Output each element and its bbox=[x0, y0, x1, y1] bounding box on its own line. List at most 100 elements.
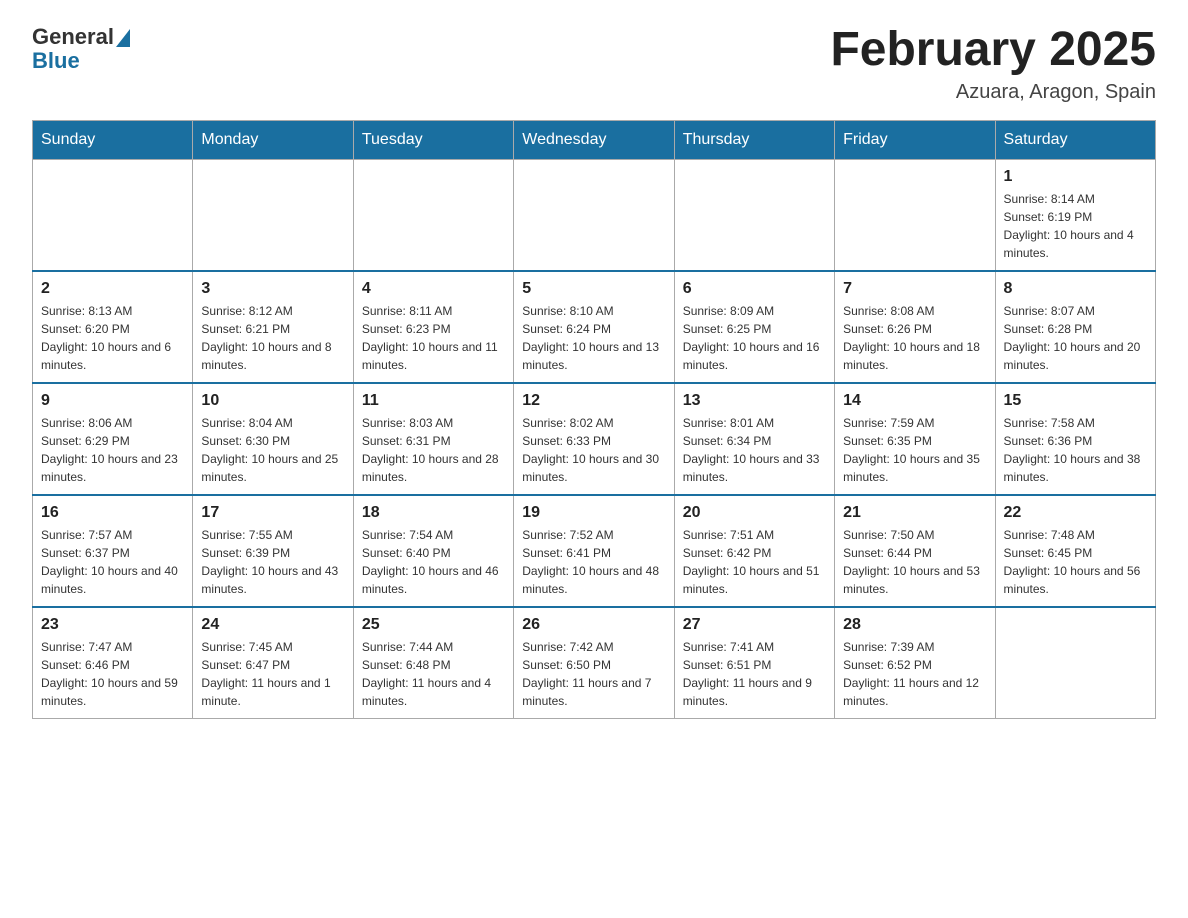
day-number: 13 bbox=[683, 392, 826, 410]
calendar-cell: 8Sunrise: 8:07 AMSunset: 6:28 PMDaylight… bbox=[995, 271, 1155, 383]
day-number: 20 bbox=[683, 504, 826, 522]
calendar-cell: 17 Sunrise: 7:55 AMSunset: 6:39 PMDayligh… bbox=[193, 495, 353, 607]
weekday-header-thursday: Thursday bbox=[674, 120, 834, 159]
calendar-cell: 20 Sunrise: 7:51 AMSunset: 6:42 PMDayligh… bbox=[674, 495, 834, 607]
calendar-cell bbox=[193, 159, 353, 271]
weekday-header-friday: Friday bbox=[835, 120, 995, 159]
day-info: Sunrise: 8:11 AMSunset: 6:23 PMDaylight:… bbox=[362, 302, 505, 374]
day-number: 6 bbox=[683, 280, 826, 298]
week-row-3: 9Sunrise: 8:06 AMSunset: 6:29 PMDaylight… bbox=[33, 383, 1156, 495]
day-info: Sunrise: 8:12 AMSunset: 6:21 PMDaylight:… bbox=[201, 302, 344, 374]
day-number: 27 bbox=[683, 616, 826, 634]
day-number: 11 bbox=[362, 392, 505, 410]
calendar-cell: 2 Sunrise: 8:13 AMSunset: 6:20 PMDaylight… bbox=[33, 271, 193, 383]
day-number: 7 bbox=[843, 280, 986, 298]
day-number: 22 bbox=[1004, 504, 1147, 522]
day-info: Sunrise: 7:55 AMSunset: 6:39 PMDaylight:… bbox=[201, 526, 344, 598]
calendar-cell: 11 Sunrise: 8:03 AMSunset: 6:31 PMDayligh… bbox=[353, 383, 513, 495]
day-number: 18 bbox=[362, 504, 505, 522]
calendar-cell: 16 Sunrise: 7:57 AMSunset: 6:37 PMDayligh… bbox=[33, 495, 193, 607]
week-row-1: 1Sunrise: 8:14 AMSunset: 6:19 PMDaylight… bbox=[33, 159, 1156, 271]
day-number: 23 bbox=[41, 616, 184, 634]
week-row-4: 16 Sunrise: 7:57 AMSunset: 6:37 PMDayligh… bbox=[33, 495, 1156, 607]
day-info: Sunrise: 7:50 AMSunset: 6:44 PMDaylight:… bbox=[843, 526, 986, 598]
calendar-cell: 22Sunrise: 7:48 AMSunset: 6:45 PMDayligh… bbox=[995, 495, 1155, 607]
day-info: Sunrise: 8:03 AMSunset: 6:31 PMDaylight:… bbox=[362, 414, 505, 486]
calendar-cell: 28 Sunrise: 7:39 AMSunset: 6:52 PMDayligh… bbox=[835, 607, 995, 719]
page-header: General Blue February 2025 Azuara, Arago… bbox=[32, 24, 1156, 104]
day-number: 26 bbox=[522, 616, 665, 634]
day-number: 15 bbox=[1004, 392, 1147, 410]
day-number: 8 bbox=[1004, 280, 1147, 298]
day-info: Sunrise: 7:57 AMSunset: 6:37 PMDaylight:… bbox=[41, 526, 184, 598]
calendar-cell: 7 Sunrise: 8:08 AMSunset: 6:26 PMDaylight… bbox=[835, 271, 995, 383]
title-section: February 2025 Azuara, Aragon, Spain bbox=[830, 24, 1156, 104]
calendar-cell bbox=[514, 159, 674, 271]
day-number: 10 bbox=[201, 392, 344, 410]
weekday-header-monday: Monday bbox=[193, 120, 353, 159]
day-number: 4 bbox=[362, 280, 505, 298]
day-number: 16 bbox=[41, 504, 184, 522]
calendar-cell: 12 Sunrise: 8:02 AMSunset: 6:33 PMDayligh… bbox=[514, 383, 674, 495]
calendar-cell: 10 Sunrise: 8:04 AMSunset: 6:30 PMDayligh… bbox=[193, 383, 353, 495]
calendar-cell: 6Sunrise: 8:09 AMSunset: 6:25 PMDaylight… bbox=[674, 271, 834, 383]
weekday-header-wednesday: Wednesday bbox=[514, 120, 674, 159]
weekday-header-row: SundayMondayTuesdayWednesdayThursdayFrid… bbox=[33, 120, 1156, 159]
calendar-cell: 1Sunrise: 8:14 AMSunset: 6:19 PMDaylight… bbox=[995, 159, 1155, 271]
day-info: Sunrise: 7:41 AMSunset: 6:51 PMDaylight:… bbox=[683, 638, 826, 710]
weekday-header-tuesday: Tuesday bbox=[353, 120, 513, 159]
day-info: Sunrise: 8:04 AMSunset: 6:30 PMDaylight:… bbox=[201, 414, 344, 486]
location-text: Azuara, Aragon, Spain bbox=[830, 81, 1156, 104]
calendar-table: SundayMondayTuesdayWednesdayThursdayFrid… bbox=[32, 120, 1156, 719]
calendar-cell bbox=[835, 159, 995, 271]
calendar-cell: 27 Sunrise: 7:41 AMSunset: 6:51 PMDayligh… bbox=[674, 607, 834, 719]
calendar-cell: 4 Sunrise: 8:11 AMSunset: 6:23 PMDaylight… bbox=[353, 271, 513, 383]
day-info: Sunrise: 8:02 AMSunset: 6:33 PMDaylight:… bbox=[522, 414, 665, 486]
day-info: Sunrise: 8:01 AMSunset: 6:34 PMDaylight:… bbox=[683, 414, 826, 486]
day-number: 14 bbox=[843, 392, 986, 410]
day-number: 2 bbox=[41, 280, 184, 298]
day-info: Sunrise: 7:54 AMSunset: 6:40 PMDaylight:… bbox=[362, 526, 505, 598]
calendar-cell: 25 Sunrise: 7:44 AMSunset: 6:48 PMDayligh… bbox=[353, 607, 513, 719]
day-number: 25 bbox=[362, 616, 505, 634]
calendar-cell: 19 Sunrise: 7:52 AMSunset: 6:41 PMDayligh… bbox=[514, 495, 674, 607]
calendar-cell: 9Sunrise: 8:06 AMSunset: 6:29 PMDaylight… bbox=[33, 383, 193, 495]
day-number: 3 bbox=[201, 280, 344, 298]
day-info: Sunrise: 7:59 AMSunset: 6:35 PMDaylight:… bbox=[843, 414, 986, 486]
day-info: Sunrise: 7:39 AMSunset: 6:52 PMDaylight:… bbox=[843, 638, 986, 710]
calendar-cell bbox=[353, 159, 513, 271]
calendar-cell bbox=[995, 607, 1155, 719]
day-info: Sunrise: 7:51 AMSunset: 6:42 PMDaylight:… bbox=[683, 526, 826, 598]
calendar-cell: 5 Sunrise: 8:10 AMSunset: 6:24 PMDaylight… bbox=[514, 271, 674, 383]
weekday-header-sunday: Sunday bbox=[33, 120, 193, 159]
day-info: Sunrise: 8:08 AMSunset: 6:26 PMDaylight:… bbox=[843, 302, 986, 374]
month-title: February 2025 bbox=[830, 24, 1156, 77]
day-info: Sunrise: 7:42 AMSunset: 6:50 PMDaylight:… bbox=[522, 638, 665, 710]
calendar-cell: 15 Sunrise: 7:58 AMSunset: 6:36 PMDayligh… bbox=[995, 383, 1155, 495]
day-number: 24 bbox=[201, 616, 344, 634]
day-info: Sunrise: 7:44 AMSunset: 6:48 PMDaylight:… bbox=[362, 638, 505, 710]
day-info: Sunrise: 7:52 AMSunset: 6:41 PMDaylight:… bbox=[522, 526, 665, 598]
day-number: 19 bbox=[522, 504, 665, 522]
day-number: 12 bbox=[522, 392, 665, 410]
day-number: 5 bbox=[522, 280, 665, 298]
day-info: Sunrise: 8:13 AMSunset: 6:20 PMDaylight:… bbox=[41, 302, 184, 374]
day-info: Sunrise: 7:45 AMSunset: 6:47 PMDaylight:… bbox=[201, 638, 344, 710]
day-info: Sunrise: 7:47 AMSunset: 6:46 PMDaylight:… bbox=[41, 638, 184, 710]
day-number: 17 bbox=[201, 504, 344, 522]
week-row-2: 2 Sunrise: 8:13 AMSunset: 6:20 PMDaylight… bbox=[33, 271, 1156, 383]
calendar-cell bbox=[33, 159, 193, 271]
day-info: Sunrise: 8:10 AMSunset: 6:24 PMDaylight:… bbox=[522, 302, 665, 374]
calendar-cell: 3 Sunrise: 8:12 AMSunset: 6:21 PMDaylight… bbox=[193, 271, 353, 383]
day-info: Sunrise: 7:58 AMSunset: 6:36 PMDaylight:… bbox=[1004, 414, 1147, 486]
calendar-cell: 18 Sunrise: 7:54 AMSunset: 6:40 PMDayligh… bbox=[353, 495, 513, 607]
logo-general-text: General bbox=[32, 24, 114, 50]
logo: General Blue bbox=[32, 24, 130, 74]
calendar-cell: 21 Sunrise: 7:50 AMSunset: 6:44 PMDayligh… bbox=[835, 495, 995, 607]
day-info: Sunrise: 8:06 AMSunset: 6:29 PMDaylight:… bbox=[41, 414, 184, 486]
calendar-cell: 23 Sunrise: 7:47 AMSunset: 6:46 PMDayligh… bbox=[33, 607, 193, 719]
calendar-cell: 14 Sunrise: 7:59 AMSunset: 6:35 PMDayligh… bbox=[835, 383, 995, 495]
day-number: 28 bbox=[843, 616, 986, 634]
day-number: 21 bbox=[843, 504, 986, 522]
week-row-5: 23 Sunrise: 7:47 AMSunset: 6:46 PMDayligh… bbox=[33, 607, 1156, 719]
